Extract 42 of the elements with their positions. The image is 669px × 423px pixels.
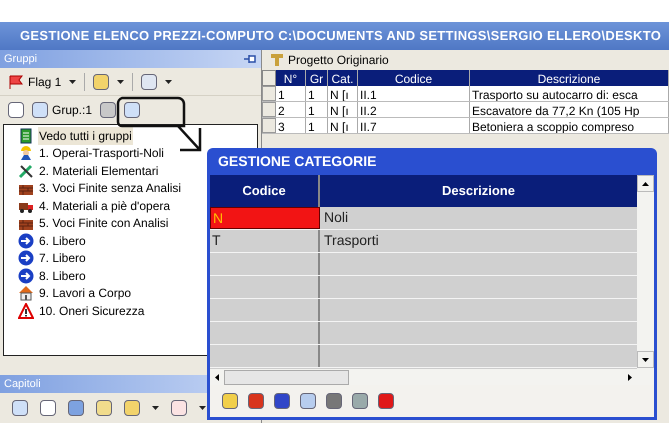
scroll-right-icon[interactable] bbox=[628, 374, 632, 380]
panel-title: Gruppi bbox=[4, 52, 38, 67]
tree-item[interactable]: 9. Lavori a Corpo bbox=[18, 284, 257, 302]
dropdown-caret-icon[interactable] bbox=[152, 406, 159, 410]
tree-item[interactable]: 10. Oneri Sicurezza bbox=[18, 302, 257, 320]
tree-item[interactable]: 7. Libero bbox=[18, 250, 257, 267]
worker-icon bbox=[18, 145, 34, 162]
dropdown-caret-icon[interactable] bbox=[199, 406, 206, 410]
table-cell[interactable]: T bbox=[210, 230, 320, 252]
dialog-title: GESTIONE CATEGORIE bbox=[218, 152, 376, 171]
group-label: Grup.:1 bbox=[32, 101, 92, 119]
table-cell: 1 bbox=[276, 86, 306, 101]
vertical-scrollbar[interactable] bbox=[637, 175, 654, 385]
scroll-up-icon[interactable] bbox=[642, 182, 649, 186]
table-cell: II.7 bbox=[358, 118, 470, 133]
table-cell: II.1 bbox=[358, 86, 470, 101]
table-cell: II.2 bbox=[358, 102, 470, 117]
dropdown-caret-icon[interactable] bbox=[165, 80, 172, 84]
dropdown-caret-icon[interactable] bbox=[69, 80, 76, 84]
tree-item[interactable]: 8. Libero bbox=[18, 267, 257, 284]
table-cell: 1 bbox=[306, 102, 328, 117]
pin-icon[interactable] bbox=[243, 53, 257, 65]
table-cell: 2 bbox=[276, 102, 306, 117]
tools-icon bbox=[18, 162, 34, 179]
tree-structure-icon bbox=[270, 53, 284, 67]
project-title: Progetto Originario bbox=[288, 52, 389, 69]
table-cell: 3 bbox=[276, 118, 306, 133]
table-cell: 1 bbox=[306, 86, 328, 101]
warning-icon bbox=[18, 302, 34, 319]
flag-icon bbox=[8, 74, 24, 88]
house-icon bbox=[18, 285, 34, 302]
column-header[interactable]: Descrizione bbox=[320, 175, 637, 207]
scroll-down-icon[interactable] bbox=[642, 358, 649, 362]
dropdown-caret-icon[interactable] bbox=[117, 80, 124, 84]
table-cell-text: Trasporti bbox=[323, 231, 380, 250]
panel-title: Capitoli bbox=[4, 376, 41, 392]
window-title: GESTIONE ELENCO PREZZI-COMPUTO C:\DOCUMENTS AND SETTINGS\SERGIO ELLERO\DESKTO bbox=[20, 27, 662, 46]
table-cell-text: Noli bbox=[323, 208, 350, 227]
scroll-left-icon[interactable] bbox=[215, 374, 219, 380]
flag-button[interactable]: Flag 1 bbox=[8, 72, 62, 90]
table-cell: 1 bbox=[306, 118, 328, 133]
tree-item[interactable]: Vedo tutti i gruppi bbox=[18, 127, 257, 144]
